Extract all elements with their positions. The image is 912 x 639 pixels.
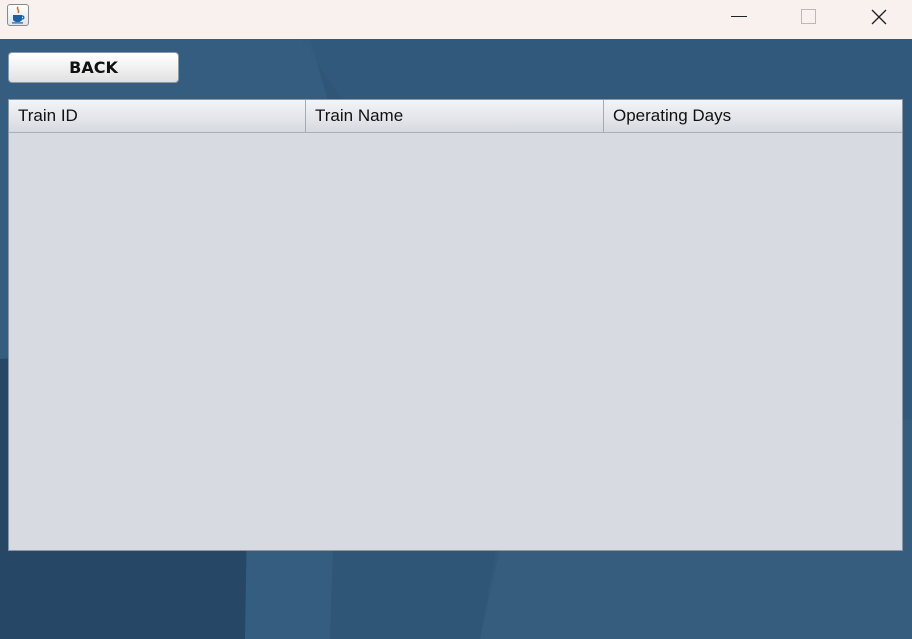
app-window: BACK Train ID Train Name Operating Days <box>0 0 912 639</box>
column-header-operating-days[interactable]: Operating Days <box>604 100 902 132</box>
table-header: Train ID Train Name Operating Days <box>9 100 902 133</box>
maximize-icon <box>801 8 816 24</box>
minimize-button[interactable] <box>716 0 762 33</box>
close-button[interactable] <box>856 0 902 33</box>
maximize-button[interactable] <box>786 0 832 33</box>
java-cup-icon[interactable] <box>7 4 29 26</box>
close-icon <box>871 9 887 24</box>
column-header-train-name[interactable]: Train Name <box>306 100 604 132</box>
table-body[interactable] <box>9 133 902 550</box>
trains-table: Train ID Train Name Operating Days <box>8 99 903 551</box>
column-header-train-id[interactable]: Train ID <box>9 100 306 132</box>
title-bar <box>0 0 912 39</box>
back-button[interactable]: BACK <box>8 52 179 83</box>
minimize-icon <box>731 15 747 17</box>
